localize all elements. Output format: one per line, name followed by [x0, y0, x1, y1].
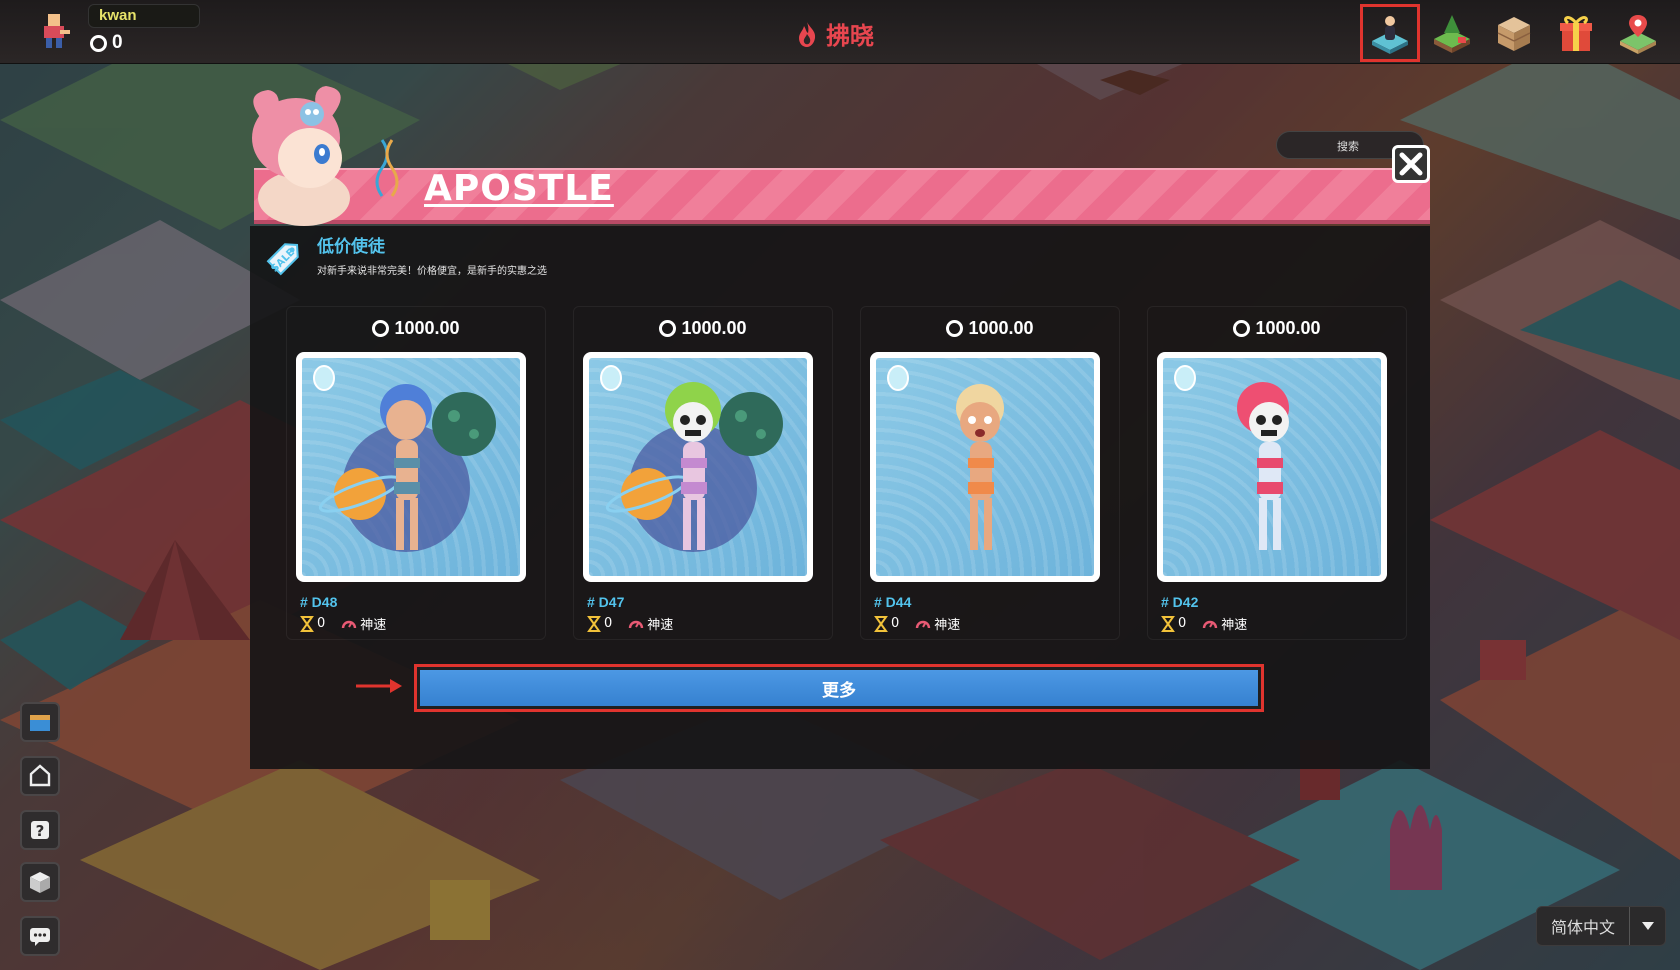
- pointer-arrow-icon: [356, 679, 402, 693]
- box-icon: [30, 872, 50, 893]
- section-title: 低价使徒: [317, 237, 385, 257]
- language-label: 简体中文: [1550, 918, 1615, 937]
- map-view-button[interactable]: [20, 702, 60, 742]
- apostle-card[interactable]: 1000.00 # D48 0 神速: [286, 306, 546, 640]
- speedometer-icon: [629, 620, 644, 628]
- card-price: 1000.00: [286, 318, 546, 339]
- apostle-card-list: 1000.00 # D48 0 神速 1000.00 # D47 0 神速 10…: [286, 306, 1407, 640]
- sale-tag-icon: SALE: [264, 236, 306, 278]
- apostle-id: # D42: [1161, 594, 1199, 610]
- svg-text:?: ?: [36, 822, 45, 840]
- apostle-id: # D44: [874, 594, 912, 610]
- speedometer-icon: [1203, 620, 1218, 628]
- gift-icon: [1560, 16, 1592, 51]
- card-price: 1000.00: [860, 318, 1120, 339]
- apostle-stats: 0 神速: [874, 614, 970, 633]
- apostle-figure: [1174, 365, 1289, 550]
- question-icon: ?: [31, 821, 49, 840]
- apostle-button[interactable]: [1360, 4, 1420, 62]
- section-description: 对新手来说非常完美！价格便宜，是新手的实惠之选: [317, 266, 547, 277]
- warehouse-icon: [1497, 17, 1531, 51]
- land-icon: [1434, 15, 1470, 53]
- apostle-stats: 0 神速: [587, 614, 683, 633]
- hourglass-icon: [587, 615, 601, 632]
- apostle-stats: 0 神速: [300, 614, 396, 633]
- apostle-id: # D48: [300, 594, 338, 610]
- apostle-icon: [1372, 16, 1408, 54]
- apostle-card[interactable]: 1000.00 # D44 0 神速: [860, 306, 1120, 640]
- inventory-button[interactable]: [20, 862, 60, 902]
- speedometer-icon: [916, 620, 931, 628]
- apostle-portrait[interactable]: [1157, 352, 1387, 582]
- chat-button[interactable]: [20, 916, 60, 956]
- flame-icon: [799, 21, 816, 47]
- top-bar: kwan 0 拂晓: [0, 0, 1680, 64]
- ring-coin-icon: [659, 320, 677, 337]
- house-icon: [29, 764, 51, 787]
- ring-coin-icon: [90, 34, 107, 52]
- apostle-stats: 0 神速: [1161, 614, 1257, 633]
- land-button[interactable]: [1422, 4, 1482, 62]
- player-avatar[interactable]: [34, 10, 76, 52]
- close-button[interactable]: [1392, 145, 1430, 183]
- panel-title: APOSTLE: [424, 168, 614, 209]
- chat-icon: [30, 928, 50, 946]
- apostle-id: # D47: [587, 594, 625, 610]
- help-button[interactable]: ?: [20, 810, 60, 850]
- map-pin-icon: [1620, 15, 1656, 54]
- home-button[interactable]: [20, 756, 60, 796]
- location-button[interactable]: [1608, 4, 1668, 62]
- top-icon-bar: [1360, 4, 1668, 62]
- speedometer-icon: [342, 620, 357, 628]
- apostle-portrait[interactable]: [870, 352, 1100, 582]
- balance-value: 0: [112, 32, 123, 53]
- more-button-label: 更多: [420, 670, 1258, 706]
- land-name: 拂晓: [826, 22, 874, 50]
- apostle-portrait[interactable]: [296, 352, 526, 582]
- more-button[interactable]: 更多: [414, 664, 1264, 712]
- chevron-down-icon: [1629, 907, 1665, 945]
- ring-coin-icon: [946, 320, 964, 337]
- warehouse-button[interactable]: [1484, 4, 1544, 62]
- apostle-card[interactable]: 1000.00 # D47 0 神速: [573, 306, 833, 640]
- apostle-figure: [600, 365, 783, 552]
- apostle-card[interactable]: 1000.00 # D42 0 神速: [1147, 306, 1407, 640]
- ring-coin-icon: [372, 320, 390, 337]
- player-balance: 0: [90, 32, 123, 54]
- hourglass-icon: [1161, 615, 1175, 632]
- ring-coin-icon: [1233, 320, 1251, 337]
- apostle-portrait[interactable]: [583, 352, 813, 582]
- player-name: kwan: [88, 4, 200, 28]
- hourglass-icon: [874, 615, 888, 632]
- close-icon: [1399, 152, 1423, 176]
- gift-button[interactable]: [1546, 4, 1606, 62]
- card-price: 1000.00: [573, 318, 833, 339]
- apostle-figure: [887, 365, 1004, 550]
- language-select[interactable]: 简体中文: [1536, 906, 1666, 946]
- land-title[interactable]: 拂晓: [796, 16, 874, 51]
- hourglass-icon: [300, 615, 314, 632]
- cube-map-icon: [30, 715, 50, 731]
- card-price: 1000.00: [1147, 318, 1407, 339]
- apostle-figure: [313, 365, 496, 552]
- mascot-illustration: [232, 80, 422, 230]
